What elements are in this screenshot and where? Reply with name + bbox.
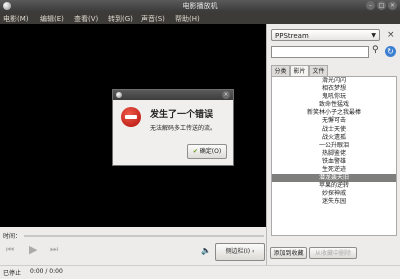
tab-files[interactable]: 文件 <box>309 65 328 76</box>
error-heading: 发生了一个错误 <box>150 110 214 120</box>
menu-view[interactable]: 查看(V) <box>74 14 98 24</box>
panel-close-icon[interactable]: × <box>387 30 395 40</box>
list-item[interactable]: 一公升眼泪 <box>272 142 396 150</box>
time-label: 时间： <box>3 233 22 240</box>
list-item[interactable]: 热脚鉴佬 <box>272 150 396 158</box>
list-item[interactable]: 铁血警雄 <box>272 158 396 166</box>
error-icon <box>121 107 141 127</box>
remove-favorite-button[interactable]: 从收藏中删除 <box>309 247 357 259</box>
menu-sound[interactable]: 声音(S) <box>141 14 165 24</box>
check-icon: ✔ <box>192 148 198 155</box>
movie-list: 滑光闪闪 相衣梦想 鬼吼你玩 致命性猛戏 新笑林小子之我最棒 无懈可击 战士天使 战火遗孤 一公… <box>271 76 397 236</box>
play-icon[interactable]: ▶ <box>29 243 37 256</box>
search-icon[interactable]: ⚲ <box>372 45 379 55</box>
list-item[interactable]: 无懈可击 <box>272 117 396 125</box>
close-icon[interactable]: × <box>388 1 397 10</box>
status-bar: 已停止 0:00 / 0:00 <box>0 265 400 279</box>
list-item[interactable]: 战士天使 <box>272 126 396 134</box>
refresh-icon[interactable]: ↻ <box>385 46 396 57</box>
menu-help[interactable]: 帮助(H) <box>175 14 200 24</box>
tab-category[interactable]: 分类 <box>271 65 290 76</box>
error-dialog: × 发生了一个错误 无法解码多工传送的流。 ✔ 确定(O) <box>112 89 234 166</box>
dialog-app-icon <box>116 92 122 98</box>
next-icon[interactable]: ⏭ <box>50 245 58 255</box>
error-message: 无法解码多工传送的流。 <box>150 125 217 132</box>
menu-go[interactable]: 转到(G) <box>108 14 133 24</box>
dialog-titlebar: × <box>113 90 233 100</box>
add-favorite-button[interactable]: 添加到收藏 <box>270 247 307 259</box>
chevron-down-icon: ▼ <box>371 32 376 39</box>
list-item[interactable]: 迷失东园 <box>272 198 396 206</box>
seek-bar[interactable] <box>24 235 264 237</box>
dialog-close-icon[interactable]: × <box>222 91 230 99</box>
list-item[interactable]: 战火遗孤 <box>272 134 396 142</box>
playback-controls: 时间： ⏮ ▶ ⏭ 🔈 侧边栏(I) ‹ <box>0 227 266 265</box>
menu-bar: 电影(M) 编辑(E) 查看(V) 转到(G) 声音(S) 帮助(H) <box>0 12 400 24</box>
list-item[interactable]: 潜龙轰天旧 <box>272 174 396 183</box>
menu-movie[interactable]: 电影(M) <box>3 14 29 24</box>
list-item[interactable]: 相衣梦想 <box>272 85 396 93</box>
ok-button-label: 确定(O) <box>199 148 222 155</box>
maximize-icon[interactable]: □ <box>377 1 386 10</box>
window-title: 电影播放机 <box>182 2 218 10</box>
previous-icon[interactable]: ⏮ <box>6 245 14 255</box>
menu-edit[interactable]: 编辑(E) <box>40 14 64 24</box>
volume-icon[interactable]: 🔈 <box>201 246 211 255</box>
search-input[interactable] <box>271 46 369 58</box>
source-select[interactable]: PPStream ▼ <box>271 29 380 41</box>
list-item[interactable]: 生死逆迹 <box>272 166 396 174</box>
status-state: 已停止 <box>3 270 22 277</box>
sidebar-panel: PPStream ▼ × ⚲ ↻ 分类 影片 文件 滑光闪闪 相衣梦想 鬼吼你玩 致命… <box>266 24 400 265</box>
source-select-value: PPStream <box>275 32 309 40</box>
minimize-icon[interactable]: – <box>366 1 375 10</box>
list-item[interactable]: 滑光闪闪 <box>272 77 396 85</box>
sidebar-toggle-button[interactable]: 侧边栏(I) ‹ <box>215 243 265 261</box>
title-bar: 电影播放机 – □ × <box>0 0 400 12</box>
ok-button[interactable]: ✔ 确定(O) <box>187 144 227 159</box>
status-time: 0:00 / 0:00 <box>30 268 63 275</box>
